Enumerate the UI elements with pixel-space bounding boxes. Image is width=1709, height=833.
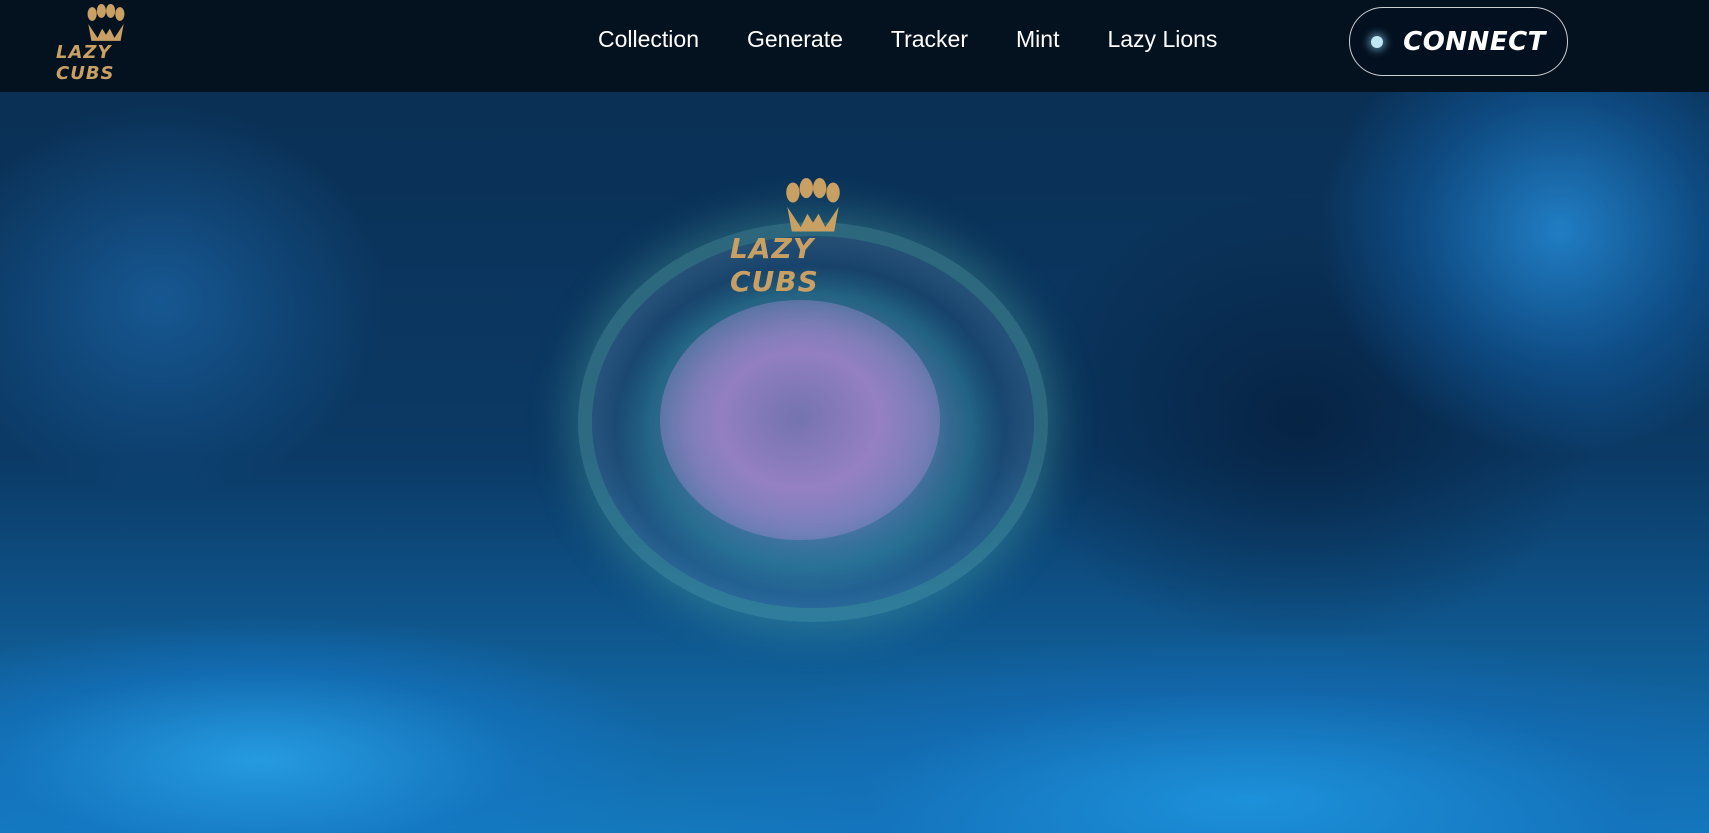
nav-item-lazy-lions[interactable]: Lazy Lions <box>1107 26 1217 53</box>
connect-label: CONNECT <box>1403 26 1546 57</box>
brand-name: LAZY CUBS <box>56 42 115 84</box>
nav-item-tracker[interactable]: Tracker <box>891 26 968 53</box>
nav-item-mint[interactable]: Mint <box>1016 26 1059 53</box>
status-dot-icon <box>1371 35 1384 48</box>
portal-core <box>660 300 940 540</box>
nav-item-collection[interactable]: Collection <box>598 26 699 53</box>
paw-crown-icon <box>87 4 125 41</box>
top-navbar: LAZY CUBS Collection Generate Tracker Mi… <box>0 0 1709 92</box>
nav-menu: Collection Generate Tracker Mint Lazy Li… <box>598 26 1217 53</box>
hero-logo-text: LAZY CUBS <box>730 232 819 298</box>
connect-button[interactable]: CONNECT <box>1349 7 1568 76</box>
hero-logo: LAZY CUBS <box>730 178 896 298</box>
paw-crown-icon <box>786 178 840 232</box>
nav-item-generate[interactable]: Generate <box>747 26 843 53</box>
brand-logo[interactable]: LAZY CUBS <box>56 4 156 84</box>
